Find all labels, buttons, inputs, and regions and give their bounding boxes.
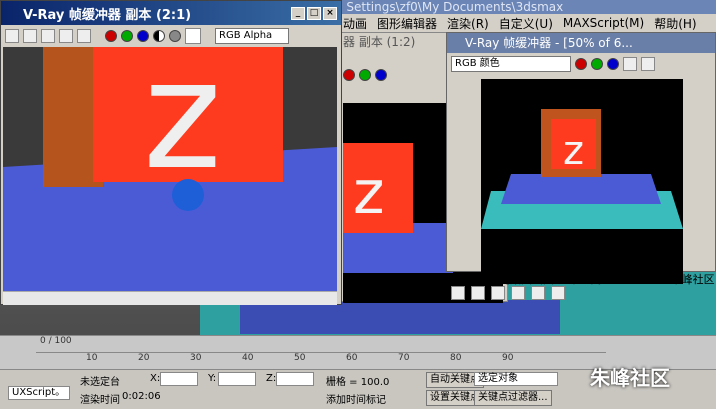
tick: 70 [398, 353, 410, 363]
tick: 90 [502, 353, 514, 363]
x-label: X: [150, 373, 161, 384]
clone-icon[interactable] [41, 29, 55, 43]
tick: 20 [138, 353, 150, 363]
maxscript-listener[interactable]: UXScript。 [8, 386, 70, 400]
tick: 40 [242, 353, 254, 363]
menu-rendering[interactable]: 渲染(R) [447, 15, 489, 32]
settings-icon[interactable] [551, 286, 565, 300]
tick: 80 [450, 353, 462, 363]
x-coordinate-field[interactable] [160, 372, 198, 386]
info-icon[interactable] [491, 286, 505, 300]
channel-select[interactable]: RGB 颜色 [451, 56, 571, 72]
window-title: V-Ray 帧缓冲器 - [50% of 6... [447, 33, 715, 53]
green-channel-icon[interactable] [121, 30, 133, 42]
tick: 30 [190, 353, 202, 363]
blue-channel-icon[interactable] [607, 58, 619, 70]
max-title-bar: and Settings\zf0\My Documents\3dsmax [300, 0, 716, 14]
red-channel-icon[interactable] [105, 30, 117, 42]
close-button[interactable]: × [323, 6, 337, 20]
svg-text:z: z [143, 47, 222, 203]
window-title: V-Ray 帧缓冲器 副本 (2:1) _ □ × [1, 1, 341, 25]
add-time-tag[interactable]: 添加时间标记 [326, 391, 386, 406]
red-channel-icon[interactable] [575, 58, 587, 70]
curve-icon[interactable] [511, 286, 525, 300]
copy-icon[interactable] [23, 29, 37, 43]
z-label: Z: [266, 373, 277, 384]
menu-maxscript[interactable]: MAXScript(M) [563, 16, 644, 30]
blue-channel-icon[interactable] [375, 69, 387, 81]
lut-icon[interactable] [531, 286, 545, 300]
mono-icon[interactable] [641, 57, 655, 71]
menu-customize[interactable]: 自定义(U) [499, 15, 553, 32]
toolbar: RGB 颜色 [447, 53, 716, 75]
grid-size: 栅格 = 100.0 [326, 377, 390, 388]
key-filters-button[interactable]: 关键点过滤器... [474, 390, 552, 406]
frame-counter: 0 / 100 [40, 336, 72, 346]
toolbar [343, 69, 387, 81]
toolbar: RGB Alpha [1, 25, 341, 47]
menu-graph-editors[interactable]: 图形编辑器 [377, 15, 437, 32]
history-icon[interactable] [451, 286, 465, 300]
watermark: 朱峰社区 [590, 366, 670, 390]
render-image: z [481, 79, 683, 284]
menu-animation[interactable]: 动画 [343, 15, 367, 32]
render-time-value: 0:02:06 [122, 391, 161, 402]
tick: 60 [346, 353, 358, 363]
menu-help[interactable]: 帮助(H) [654, 15, 696, 32]
y-coordinate-field[interactable] [218, 372, 256, 386]
window-title-text: V-Ray 帧缓冲器 副本 (2:1) [23, 7, 192, 23]
swatch-icon[interactable] [185, 28, 201, 44]
channel-select[interactable]: RGB Alpha [215, 28, 289, 44]
horizontal-scrollbar[interactable] [3, 291, 337, 305]
status-bar [447, 283, 716, 303]
print-icon[interactable] [59, 29, 73, 43]
alpha-icon[interactable] [153, 30, 165, 42]
svg-text:z: z [353, 158, 385, 228]
save-icon[interactable] [471, 286, 485, 300]
vray-frame-buffer-copy-window-front[interactable]: V-Ray 帧缓冲器 副本 (2:1) _ □ × RGB Alpha z [0, 0, 342, 305]
selected-object-select[interactable]: 选定对象 [474, 372, 558, 386]
alpha-icon[interactable] [623, 57, 637, 71]
save-icon[interactable] [5, 29, 19, 43]
tick: 50 [294, 353, 306, 363]
render-time-label: 渲染时间 [80, 395, 120, 406]
viewport-blue-box [240, 300, 560, 334]
red-channel-icon[interactable] [343, 69, 355, 81]
max-menu-bar: 动画 图形编辑器 渲染(R) 自定义(U) MAXScript(M) 帮助(H) [335, 14, 716, 32]
mono-icon[interactable] [169, 30, 181, 42]
render-image-zoomed[interactable]: z [3, 47, 337, 291]
green-channel-icon[interactable] [591, 58, 603, 70]
green-channel-icon[interactable] [359, 69, 371, 81]
blue-channel-icon[interactable] [137, 30, 149, 42]
selection-status: 未选定台 [80, 377, 120, 388]
z-coordinate-field[interactable] [276, 372, 314, 386]
vray-frame-buffer-window[interactable]: V-Ray 帧缓冲器 - [50% of 6... RGB 颜色 z 3发光贴图… [446, 32, 716, 300]
tick: 10 [86, 353, 98, 363]
maximize-button[interactable]: □ [307, 6, 321, 20]
svg-text:z: z [563, 128, 584, 174]
minimize-button[interactable]: _ [291, 6, 305, 20]
clear-icon[interactable] [77, 29, 91, 43]
time-ruler[interactable]: 10 20 30 40 50 60 70 80 90 [36, 352, 606, 366]
y-label: Y: [208, 373, 217, 384]
